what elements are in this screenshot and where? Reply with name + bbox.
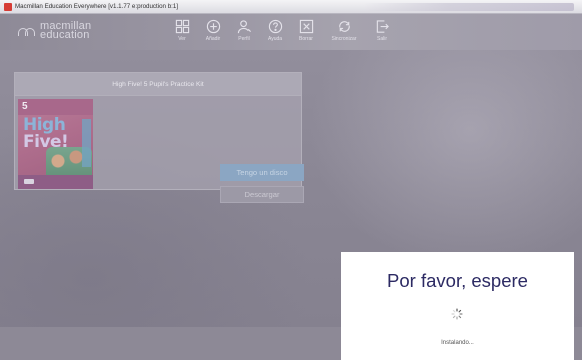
loading-spinner-icon bbox=[451, 308, 463, 320]
macmillan-logo-icon bbox=[18, 25, 36, 37]
top-navbar: macmillan education Ver Añadir Perfil Ay… bbox=[0, 14, 582, 50]
please-wait-dialog: Por favor, espere Instalando... bbox=[341, 252, 574, 360]
nav-perfil-button[interactable]: Perfil bbox=[230, 19, 258, 42]
nav-ver-button[interactable]: Ver bbox=[168, 19, 196, 42]
sync-icon bbox=[338, 21, 350, 32]
library-area: High Five! 5 Pupil's Practice Kit 5 High… bbox=[0, 50, 582, 360]
app-icon bbox=[4, 2, 12, 11]
install-status-text: Instalando... bbox=[441, 340, 474, 346]
download-button[interactable]: Descargar bbox=[220, 186, 304, 203]
plus-circle-icon bbox=[206, 19, 220, 34]
nav-anadir-button[interactable]: Añadir bbox=[199, 19, 227, 42]
brand-text: macmillan education bbox=[40, 21, 91, 41]
nav-menu: Ver Añadir Perfil Ayuda Borrar Sincroniz… bbox=[168, 19, 399, 42]
grid-icon bbox=[175, 19, 189, 34]
window-title: Macmillan Education Everywhere [v1.1.77 … bbox=[15, 3, 179, 10]
nav-ver-label: Ver bbox=[178, 36, 186, 42]
brand-line-2: education bbox=[40, 29, 90, 41]
nav-ayuda-label: Ayuda bbox=[267, 36, 283, 42]
book-title: High Five! 5 Pupil's Practice Kit bbox=[15, 73, 301, 96]
user-icon bbox=[237, 20, 251, 34]
cover-level-number: 5 bbox=[22, 101, 28, 112]
nav-perfil-label: Perfil bbox=[238, 36, 250, 42]
nav-ayuda-button[interactable]: Ayuda bbox=[261, 19, 289, 42]
nav-salir-button[interactable]: Salir bbox=[368, 19, 396, 42]
nav-anadir-label: Añadir bbox=[205, 36, 221, 42]
nav-salir-label: Salir bbox=[376, 36, 387, 42]
titlebar-decoration bbox=[364, 2, 574, 11]
book-card: High Five! 5 Pupil's Practice Kit 5 High… bbox=[14, 72, 304, 203]
window-titlebar: Macmillan Education Everywhere [v1.1.77 … bbox=[0, 0, 582, 14]
cover-footer bbox=[18, 175, 93, 189]
dialog-heading: Por favor, espere bbox=[387, 270, 528, 291]
nav-sincronizar-label: Sincronizar bbox=[331, 36, 357, 42]
book-cover-image[interactable]: 5 High Five! bbox=[18, 99, 93, 189]
exit-icon bbox=[376, 20, 389, 33]
nav-borrar-button[interactable]: Borrar bbox=[292, 19, 320, 42]
nav-sincronizar-button[interactable]: Sincronizar bbox=[323, 19, 365, 42]
delete-icon bbox=[299, 19, 313, 34]
nav-borrar-label: Borrar bbox=[299, 36, 313, 42]
have-disk-button[interactable]: Tengo un disco bbox=[220, 164, 304, 181]
help-icon bbox=[268, 19, 282, 34]
cover-side-band bbox=[82, 119, 91, 167]
macmillan-logo: macmillan education bbox=[18, 21, 91, 41]
